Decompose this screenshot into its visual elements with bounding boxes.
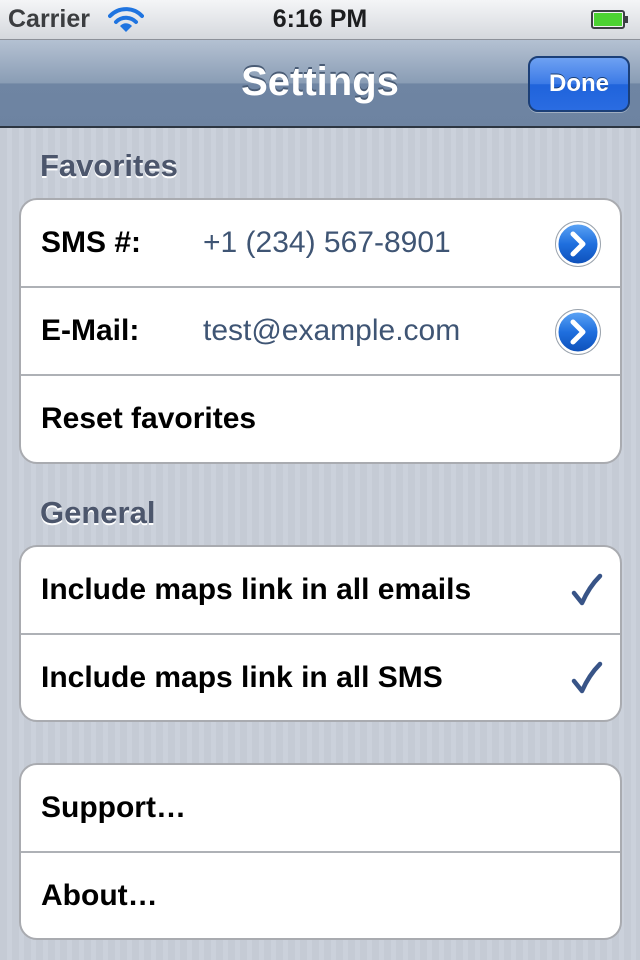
about-label: About… [41,879,158,912]
sms-value: +1 (234) 567-8901 [203,226,451,259]
section-header-general: General [40,495,156,530]
checkmark-icon [571,661,603,694]
about-row[interactable]: About… [21,853,620,938]
support-label: Support… [41,791,186,824]
info-group: Support… About… [19,763,622,940]
checkmark-icon [571,573,603,606]
reset-favorites-label: Reset favorites [41,402,257,435]
email-value: test@example.com [203,314,461,347]
maps-link-sms-label: Include maps link in all SMS [41,661,443,694]
favorites-group: SMS #: +1 (234) 567-8901 E-Mail: test@ex… [19,198,622,464]
disclosure-button-icon[interactable] [555,309,601,355]
sms-row[interactable]: SMS #: +1 (234) 567-8901 [21,200,620,288]
email-label: E-Mail: [41,314,140,347]
done-button[interactable]: Done [528,56,630,112]
battery-icon [591,10,628,29]
navigation-bar: Settings Done [0,40,640,128]
status-bar: Carrier 6:16 PM [0,0,640,40]
reset-favorites-row[interactable]: Reset favorites [21,376,620,462]
status-time: 6:16 PM [272,5,368,33]
disclosure-button-icon[interactable] [555,221,601,267]
support-row[interactable]: Support… [21,765,620,853]
email-row[interactable]: E-Mail: test@example.com [21,288,620,376]
section-header-favorites: Favorites [40,148,178,183]
general-group: Include maps link in all emails Include … [19,545,622,722]
maps-link-emails-label: Include maps link in all emails [41,573,472,606]
maps-link-sms-row[interactable]: Include maps link in all SMS [21,635,620,720]
sms-label: SMS #: [41,226,142,259]
maps-link-emails-row[interactable]: Include maps link in all emails [21,547,620,635]
